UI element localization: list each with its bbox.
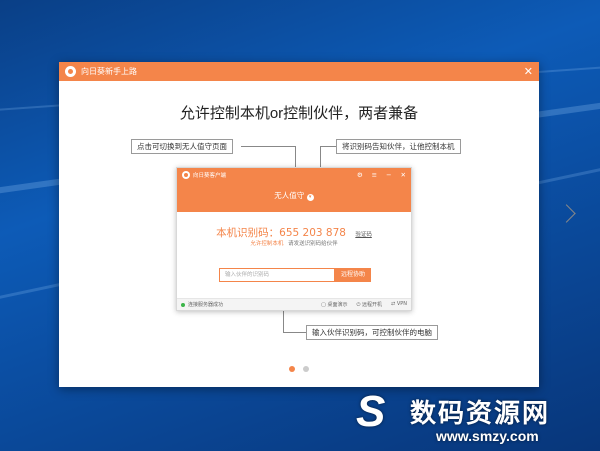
connector-line	[241, 146, 295, 147]
callout-input-partner: 输入伙伴识别码，可控制伙伴的电脑	[306, 325, 438, 340]
allow-control-row: 允许控制本机 请发送识别码给伙伴	[177, 239, 411, 247]
desktop-demo-link[interactable]: ▢ 桌面演示	[321, 301, 347, 308]
pager-dot[interactable]	[303, 366, 309, 372]
client-window-controls: ⚙ ≡ − ✕	[357, 171, 406, 179]
remote-assist-button[interactable]: 远程协助	[335, 268, 371, 282]
close-icon[interactable]: ✕	[524, 66, 533, 77]
watermark-logo: S	[356, 387, 386, 436]
local-id-row: 本机识别码：655 203 878 验证码	[177, 225, 411, 240]
remote-boot-link[interactable]: ⏻ 远程开机	[356, 301, 382, 308]
desktop-demo-label: 桌面演示	[327, 302, 348, 308]
client-header: 向日葵客户端 ⚙ ≡ − ✕ 无人值守 ▾	[177, 168, 411, 212]
mode-label: 无人值守	[274, 191, 305, 200]
onboarding-dialog: 向日葵新手上路 ✕ 允许控制本机or控制伙伴，两者兼备 点击可切换到无人值守页面…	[59, 62, 576, 387]
local-id: 本机识别码：655 203 878	[216, 227, 346, 239]
page-title: 允许控制本机or控制伙伴，两者兼备	[179, 105, 419, 122]
callout-unattended: 点击可切换到无人值守页面	[131, 139, 233, 154]
pager-dot-active[interactable]	[289, 366, 295, 372]
mode-switch[interactable]: 无人值守 ▾	[177, 190, 411, 201]
status-dot-icon	[181, 302, 185, 307]
menu-icon[interactable]: ≡	[372, 171, 377, 179]
client-titlebar: 向日葵客户端 ⚙ ≡ − ✕	[177, 168, 411, 182]
close-icon[interactable]: ✕	[401, 171, 406, 179]
vpn-link[interactable]: ⇄ VPN	[391, 301, 407, 308]
settings-icon[interactable]: ⚙	[357, 171, 363, 179]
page-indicator	[59, 366, 539, 372]
sunflower-logo-icon	[182, 171, 190, 179]
client-status-bar: 连接服务器成功 ▢ 桌面演示 ⏻ 远程开机 ⇄ VPN	[177, 298, 411, 310]
site-watermark: S 数码资源网 www.smzy.com	[350, 385, 600, 451]
connector-line	[283, 332, 306, 333]
next-page-arrow-icon[interactable]	[557, 204, 576, 223]
allow-control-label: 允许控制本机	[250, 241, 284, 247]
footer-actions: ▢ 桌面演示 ⏻ 远程开机 ⇄ VPN	[321, 301, 407, 308]
partner-id-input[interactable]: 输入伙伴的识别码	[219, 268, 335, 282]
vpn-label: VPN	[396, 301, 407, 307]
connector-line	[320, 146, 336, 147]
minimize-icon[interactable]: −	[386, 171, 391, 179]
watermark-url: www.smzy.com	[436, 428, 539, 444]
allow-control-hint: 请发送识别码给伙伴	[288, 241, 338, 247]
connection-status: 连接服务器成功	[188, 302, 224, 308]
chevron-down-icon: ▾	[306, 194, 314, 201]
client-title: 向日葵客户端	[193, 173, 227, 179]
dialog-title: 向日葵新手上路	[81, 67, 137, 76]
verify-code-link[interactable]: 验证码	[355, 232, 372, 238]
sunflower-logo-icon	[65, 66, 76, 77]
callout-share-id: 将识别码告知伙伴，让他控制本机	[336, 139, 461, 154]
watermark-title: 数码资源网	[410, 399, 551, 429]
dialog-titlebar: 向日葵新手上路 ✕	[59, 62, 539, 81]
client-window-preview: 向日葵客户端 ⚙ ≡ − ✕ 无人值守 ▾ 本机识别码：655 203 878 …	[176, 167, 412, 311]
remote-boot-label: 远程开机	[362, 302, 383, 308]
